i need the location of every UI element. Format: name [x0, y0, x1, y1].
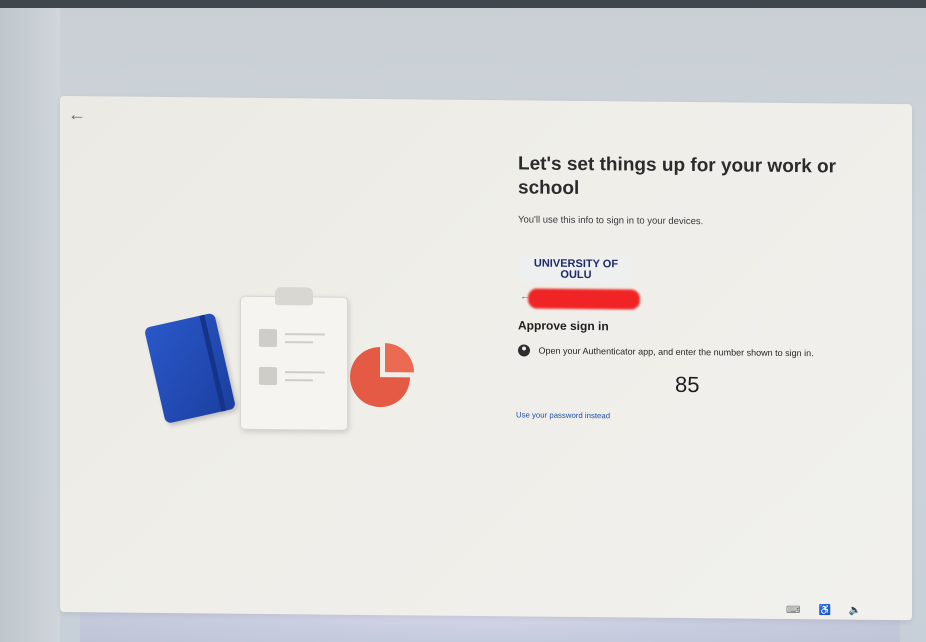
verification-number: 85 [675, 371, 700, 398]
pie-slice [385, 343, 414, 373]
use-password-link[interactable]: Use your password instead [516, 410, 610, 420]
pie-chart-illustration [350, 343, 414, 408]
clipboard-clip [275, 287, 313, 306]
checklist-line [285, 341, 313, 344]
notebook-band [199, 314, 227, 412]
system-tray: ⌨ ♿ 🔈 [786, 605, 861, 616]
volume-icon[interactable]: 🔈 [849, 605, 861, 616]
monitor-background [0, 8, 60, 642]
keyboard-icon[interactable]: ⌨ [786, 605, 800, 616]
redacted-account-email [528, 288, 640, 310]
checklist-box [259, 328, 277, 348]
page-title: Let's set things up for your work or sch… [518, 153, 837, 199]
monitor-top-bezel [0, 0, 926, 8]
setup-illustration [143, 287, 428, 450]
checklist-line [285, 333, 325, 336]
setup-window: ← Let's set things up for your work or s… [60, 96, 912, 621]
authenticator-instructions: Open your Authenticator app, and enter t… [518, 344, 878, 359]
organization-logo: UNIVERSITY OF OULU [520, 256, 632, 284]
clipboard-illustration [240, 287, 348, 431]
approve-heading: Approve sign in [518, 318, 609, 334]
back-arrow-icon[interactable]: ← [68, 104, 86, 125]
user-circle-icon [518, 344, 530, 357]
authenticator-text: Open your Authenticator app, and enter t… [538, 345, 814, 359]
notebook-illustration [143, 312, 237, 424]
checklist-line [285, 379, 313, 382]
checklist-box [259, 366, 277, 386]
page-subtitle: You'll use this info to sign in to your … [518, 214, 704, 228]
accessibility-icon[interactable]: ♿ [818, 605, 830, 616]
checklist-line [285, 371, 325, 374]
signin-panel: Let's set things up for your work or sch… [516, 152, 908, 420]
organization-logo-text: UNIVERSITY OF OULU [533, 257, 619, 282]
